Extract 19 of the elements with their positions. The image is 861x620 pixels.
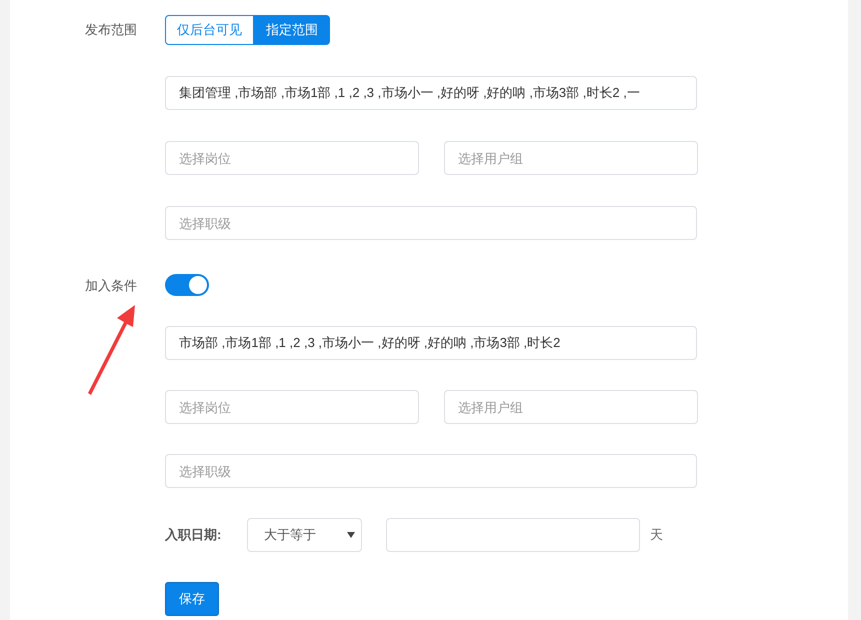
save-button[interactable]: 保存 (165, 582, 219, 616)
days-field[interactable] (386, 518, 640, 552)
field-label: 发布范围 (85, 21, 138, 39)
rank-field[interactable]: 选择职级 (165, 454, 697, 488)
scope-tab[interactable]: 仅后台可见 (165, 15, 254, 45)
position-field[interactable]: 选择岗位 (165, 390, 419, 424)
user-group-field[interactable]: 选择用户组 (444, 390, 698, 424)
field-label: 加入条件 (85, 277, 138, 295)
department-field[interactable]: 集团管理 ,市场部 ,市场1部 ,1 ,2 ,3 ,市场小一 ,好的呀 ,好的呐 ,市场3部 ,时长2 ,一 (165, 76, 697, 110)
department-field[interactable]: 市场部 ,市场1部 ,1 ,2 ,3 ,市场小一 ,好的呀 ,好的呐 ,市场3部 ,时长2 (165, 326, 697, 360)
unit-label: 天 (650, 526, 663, 544)
toggle-switch[interactable] (165, 274, 209, 296)
hire-date-label: 入职日期: (165, 526, 222, 544)
operator-select[interactable]: 大于等于 (247, 518, 362, 552)
rank-field[interactable]: 选择职级 (165, 206, 697, 240)
user-group-field[interactable]: 选择用户组 (444, 141, 698, 175)
scope-tab[interactable]: 指定范围 (254, 15, 330, 45)
dropdown-arrow-icon (347, 532, 355, 538)
position-field[interactable]: 选择岗位 (165, 141, 419, 175)
